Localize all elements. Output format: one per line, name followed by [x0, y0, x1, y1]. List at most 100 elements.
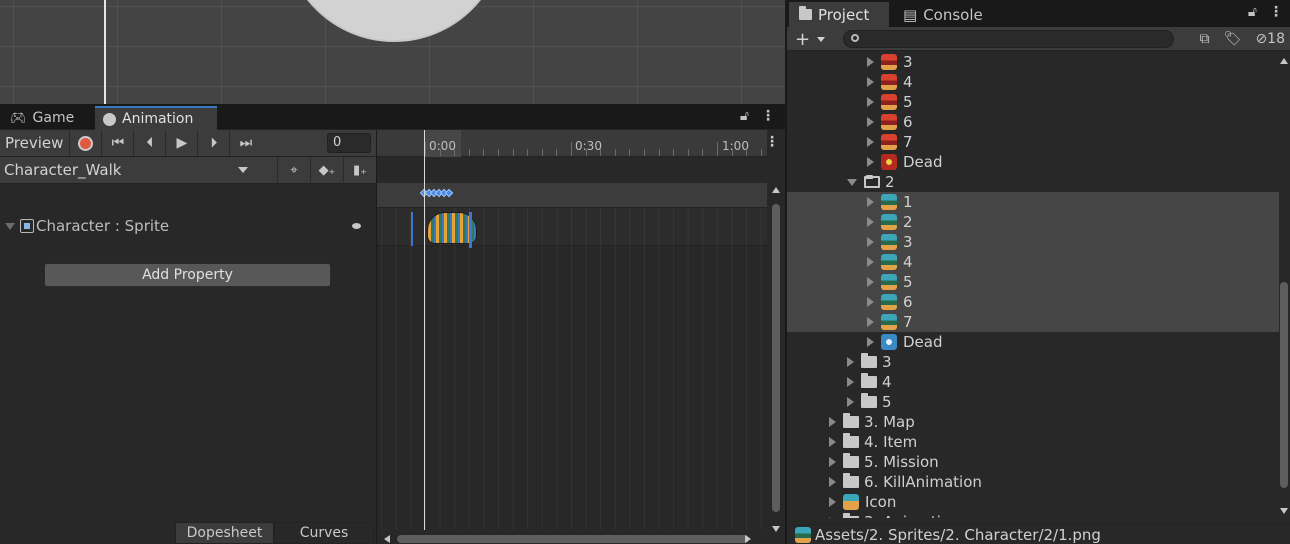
add-event-button[interactable]: ▮₊: [343, 157, 376, 184]
tree-folder-row[interactable]: 5: [787, 392, 1279, 412]
time-ruler[interactable]: 0:00 0:30 1:00: [377, 130, 767, 157]
scroll-down-icon[interactable]: [772, 526, 780, 532]
tree-asset-row[interactable]: Icon: [787, 492, 1279, 512]
fold-closed-arrow-icon[interactable]: [867, 97, 874, 107]
preview-toggle[interactable]: Preview: [0, 134, 69, 152]
project-vertical-scrollbar[interactable]: [1279, 58, 1289, 514]
fold-closed-arrow-icon[interactable]: [867, 137, 874, 147]
tree-asset-row[interactable]: 5: [787, 272, 1279, 292]
tree-asset-row[interactable]: 1: [787, 192, 1279, 212]
search-input[interactable]: [843, 30, 1174, 48]
frame-input[interactable]: 0: [327, 133, 371, 153]
clip-dropdown[interactable]: Character_Walk: [4, 161, 121, 179]
tree-asset-row[interactable]: 4: [787, 72, 1279, 92]
tree-asset-row[interactable]: 4: [787, 252, 1279, 272]
property-options-icon[interactable]: [352, 223, 361, 229]
tree-asset-row[interactable]: 5: [787, 92, 1279, 112]
scrollbar-thumb[interactable]: [397, 535, 749, 543]
fold-open-arrow-icon[interactable]: [847, 178, 857, 186]
fold-closed-arrow-icon[interactable]: [867, 277, 874, 287]
fold-closed-arrow-icon[interactable]: [829, 417, 836, 427]
fold-closed-arrow-icon[interactable]: [867, 257, 874, 267]
fold-closed-arrow-icon[interactable]: [867, 297, 874, 307]
tree-folder-row[interactable]: 4. Item: [787, 432, 1279, 452]
tree-folder-row[interactable]: 6. KillAnimation: [787, 472, 1279, 492]
fold-closed-arrow-icon[interactable]: [867, 337, 874, 347]
fold-closed-arrow-icon[interactable]: [829, 457, 836, 467]
tab-game[interactable]: 🎮︎ Game: [2, 106, 82, 130]
scroll-up-icon[interactable]: [1280, 58, 1288, 64]
tree-folder-row[interactable]: 5. Mission: [787, 452, 1279, 472]
last-keyframe-button[interactable]: ⏭: [229, 130, 261, 156]
sprite-keyframes[interactable]: [427, 212, 487, 246]
timeline-vertical-scrollbar[interactable]: [771, 187, 781, 532]
scroll-up-icon[interactable]: [772, 187, 780, 193]
tree-folder-row[interactable]: 3. Map: [787, 412, 1279, 432]
fold-closed-arrow-icon[interactable]: [829, 437, 836, 447]
fold-closed-arrow-icon[interactable]: [829, 477, 836, 487]
fold-closed-arrow-icon[interactable]: [829, 517, 836, 518]
tab-project[interactable]: Project: [789, 2, 889, 27]
tree-asset-row[interactable]: 3: [787, 232, 1279, 252]
property-row[interactable]: Character : Sprite: [0, 214, 376, 238]
label-tag-icon[interactable]: 🏷︎: [1224, 31, 1242, 47]
kebab-menu-icon[interactable]: ⋮: [761, 108, 775, 124]
play-button[interactable]: ▶: [165, 130, 197, 156]
fold-closed-arrow-icon[interactable]: [867, 117, 874, 127]
fold-closed-arrow-icon[interactable]: [867, 197, 874, 207]
fold-closed-arrow-icon[interactable]: [867, 77, 874, 87]
chevron-down-icon[interactable]: [817, 37, 825, 42]
tree-folder-row[interactable]: 2: [787, 172, 1279, 192]
lock-icon[interactable]: 🔓︎: [740, 108, 749, 124]
fold-closed-arrow-icon[interactable]: [847, 397, 854, 407]
kebab-menu-icon[interactable]: ⋮: [1269, 4, 1283, 20]
fold-closed-arrow-icon[interactable]: [867, 157, 874, 167]
lock-icon[interactable]: 🔓︎: [1248, 4, 1257, 20]
scroll-left-icon[interactable]: [384, 535, 390, 543]
scroll-down-icon[interactable]: [1280, 508, 1288, 514]
search-by-type-icon[interactable]: ⧉: [1200, 31, 1210, 47]
scroll-right-icon[interactable]: [745, 535, 751, 543]
dopesheet-timeline[interactable]: 0:00 0:30 1:00 ⋮: [376, 130, 785, 544]
fold-closed-arrow-icon[interactable]: [867, 237, 874, 247]
tree-folder-row[interactable]: 3. Animations: [787, 512, 1279, 518]
project-tree[interactable]: 3 4 5 6 7 Dead 2 1 2 3 4 5 6 7 Dead 3 4 5 3. Map 4. Item 5. …: [787, 52, 1279, 518]
scrollbar-thumb[interactable]: [1280, 282, 1288, 488]
scene-view[interactable]: [0, 0, 785, 104]
first-keyframe-button[interactable]: ⏮: [101, 130, 133, 156]
fold-closed-arrow-icon[interactable]: [867, 217, 874, 227]
tree-asset-row[interactable]: Dead: [787, 152, 1279, 172]
fold-closed-arrow-icon[interactable]: [847, 357, 854, 367]
timeline-horizontal-scrollbar[interactable]: [377, 532, 767, 544]
tree-asset-row[interactable]: 3: [787, 52, 1279, 72]
tab-curves[interactable]: Curves: [274, 522, 374, 544]
add-property-button[interactable]: Add Property: [44, 263, 331, 287]
playhead[interactable]: [424, 130, 425, 530]
tree-asset-row[interactable]: 7: [787, 132, 1279, 152]
tree-asset-row[interactable]: 7: [787, 312, 1279, 332]
tree-asset-row[interactable]: 2: [787, 212, 1279, 232]
chevron-down-icon[interactable]: [238, 167, 248, 173]
fold-closed-arrow-icon[interactable]: [867, 317, 874, 327]
fold-closed-arrow-icon[interactable]: [847, 377, 854, 387]
summary-keyframes[interactable]: [419, 188, 454, 200]
prev-keyframe-button[interactable]: ⏴: [133, 130, 165, 156]
tree-asset-row[interactable]: Dead: [787, 332, 1279, 352]
tree-folder-row[interactable]: 4: [787, 372, 1279, 392]
filter-by-selection-button[interactable]: ⌖: [277, 157, 310, 184]
record-button[interactable]: [69, 130, 101, 156]
tree-asset-row[interactable]: 6: [787, 112, 1279, 132]
tree-folder-row[interactable]: 3: [787, 352, 1279, 372]
fold-closed-arrow-icon[interactable]: [829, 497, 836, 507]
hidden-packages-toggle[interactable]: ⊘18: [1255, 31, 1285, 47]
tab-animation[interactable]: Animation: [95, 106, 217, 130]
scrollbar-thumb[interactable]: [772, 204, 780, 512]
tree-asset-row[interactable]: 6: [787, 292, 1279, 312]
add-keyframe-button[interactable]: ◆₊: [310, 157, 343, 184]
tab-console[interactable]: ▤ Console: [893, 2, 993, 27]
next-keyframe-button[interactable]: ⏵: [197, 130, 229, 156]
fold-closed-arrow-icon[interactable]: [867, 57, 874, 67]
create-button[interactable]: +: [795, 29, 810, 50]
tab-dopesheet[interactable]: Dopesheet: [175, 522, 274, 544]
fold-arrow-icon[interactable]: [5, 222, 15, 230]
